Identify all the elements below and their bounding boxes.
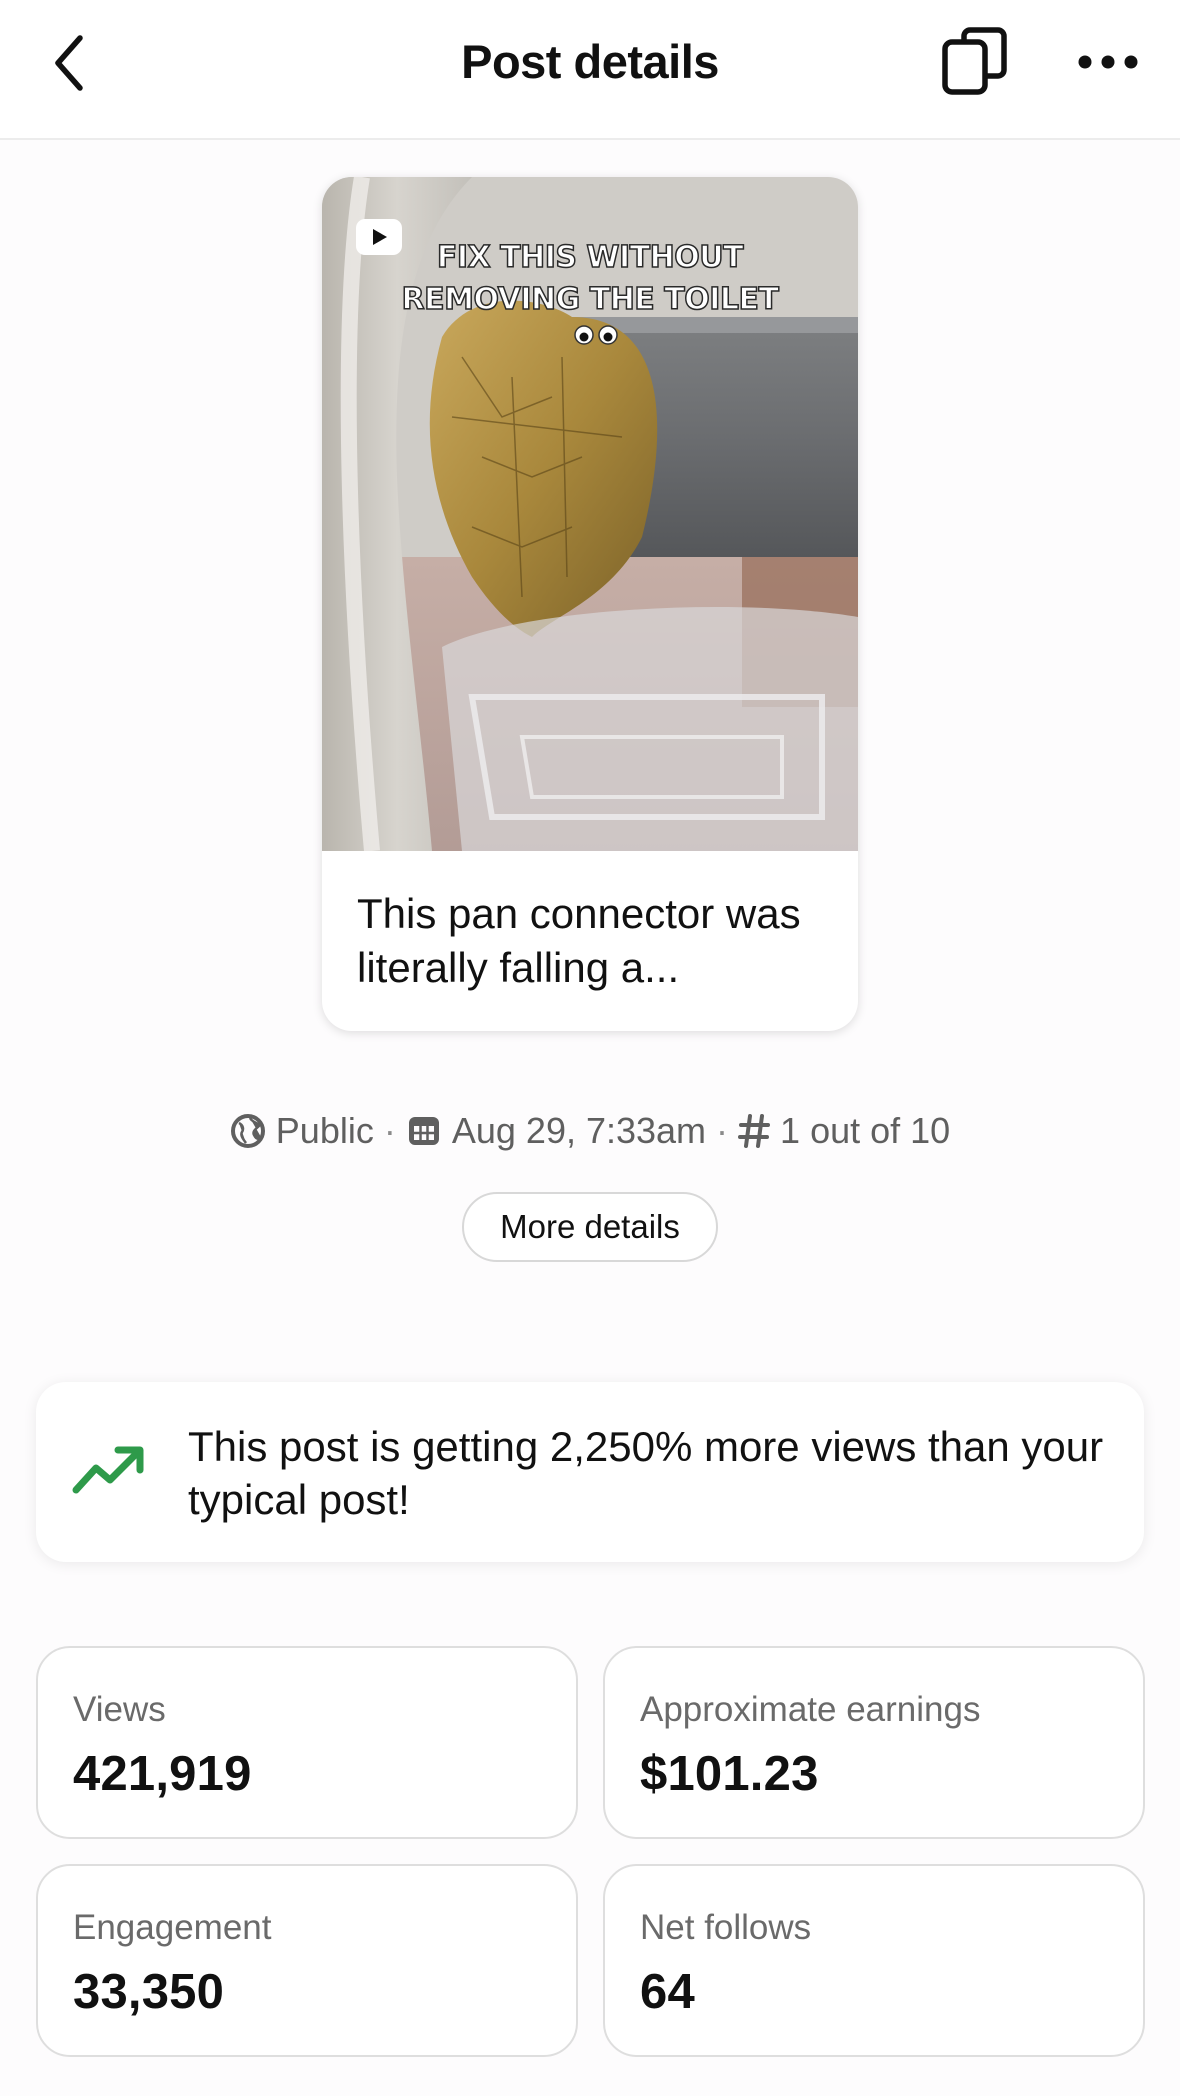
date-label: Aug 29, 7:33am: [451, 1110, 707, 1151]
thumbnail-caption: FIX THIS WITHOUT REMOVING THE TOILET: [322, 237, 858, 321]
pin-preview-card[interactable]: FIX THIS WITHOUT REMOVING THE TOILET Thi…: [322, 177, 858, 1031]
calendar-icon: [406, 1113, 442, 1149]
stat-label: Engagement: [73, 1908, 272, 1947]
stat-value: 421,919: [73, 1747, 252, 1801]
trending-up-icon: [72, 1438, 148, 1498]
stat-value: $101.23: [640, 1747, 819, 1801]
stat-value: 33,350: [73, 1965, 225, 2019]
pin-title: This pan connector was literally falling…: [357, 890, 801, 991]
stat-label: Views: [73, 1690, 166, 1729]
duplicate-icon[interactable]: [940, 26, 1012, 98]
views-stat-card[interactable]: Views 421,919: [36, 1646, 578, 1839]
hashtag-icon: [738, 1113, 771, 1149]
stat-label: Net follows: [640, 1908, 812, 1947]
globe-icon: [230, 1113, 266, 1149]
post-meta-row: Public · Aug 29, 7:33am · 1 out of 10: [0, 1108, 1180, 1154]
separator: ·: [716, 1110, 729, 1151]
thumbnail-caption-line1: FIX THIS WITHOUT: [436, 239, 744, 276]
engagement-stat-card[interactable]: Engagement 33,350: [36, 1864, 578, 2057]
more-details-button[interactable]: More details: [462, 1192, 718, 1262]
earnings-stat-card[interactable]: Approximate earnings $101.23: [603, 1646, 1145, 1839]
separator: ·: [383, 1110, 396, 1151]
date-item: Aug 29, 7:33am: [406, 1110, 706, 1152]
visibility-label: Public: [275, 1110, 374, 1151]
thumbnail-caption-line2: REMOVING THE TOILET: [401, 281, 780, 318]
rank-label: 1 out of 10: [780, 1110, 951, 1151]
insight-text: This post is getting 2,250% more views t…: [188, 1423, 1104, 1523]
pin-thumbnail: FIX THIS WITHOUT REMOVING THE TOILET: [322, 177, 858, 851]
top-bar: Post details: [0, 0, 1180, 140]
stat-value: 64: [640, 1965, 695, 2019]
visibility-item: Public: [230, 1110, 374, 1152]
more-options-icon[interactable]: [1076, 44, 1140, 80]
net-follows-stat-card[interactable]: Net follows 64: [603, 1864, 1145, 2057]
performance-insight-card: This post is getting 2,250% more views t…: [36, 1382, 1144, 1562]
rank-item: 1 out of 10: [738, 1110, 950, 1152]
stat-label: Approximate earnings: [640, 1690, 981, 1729]
